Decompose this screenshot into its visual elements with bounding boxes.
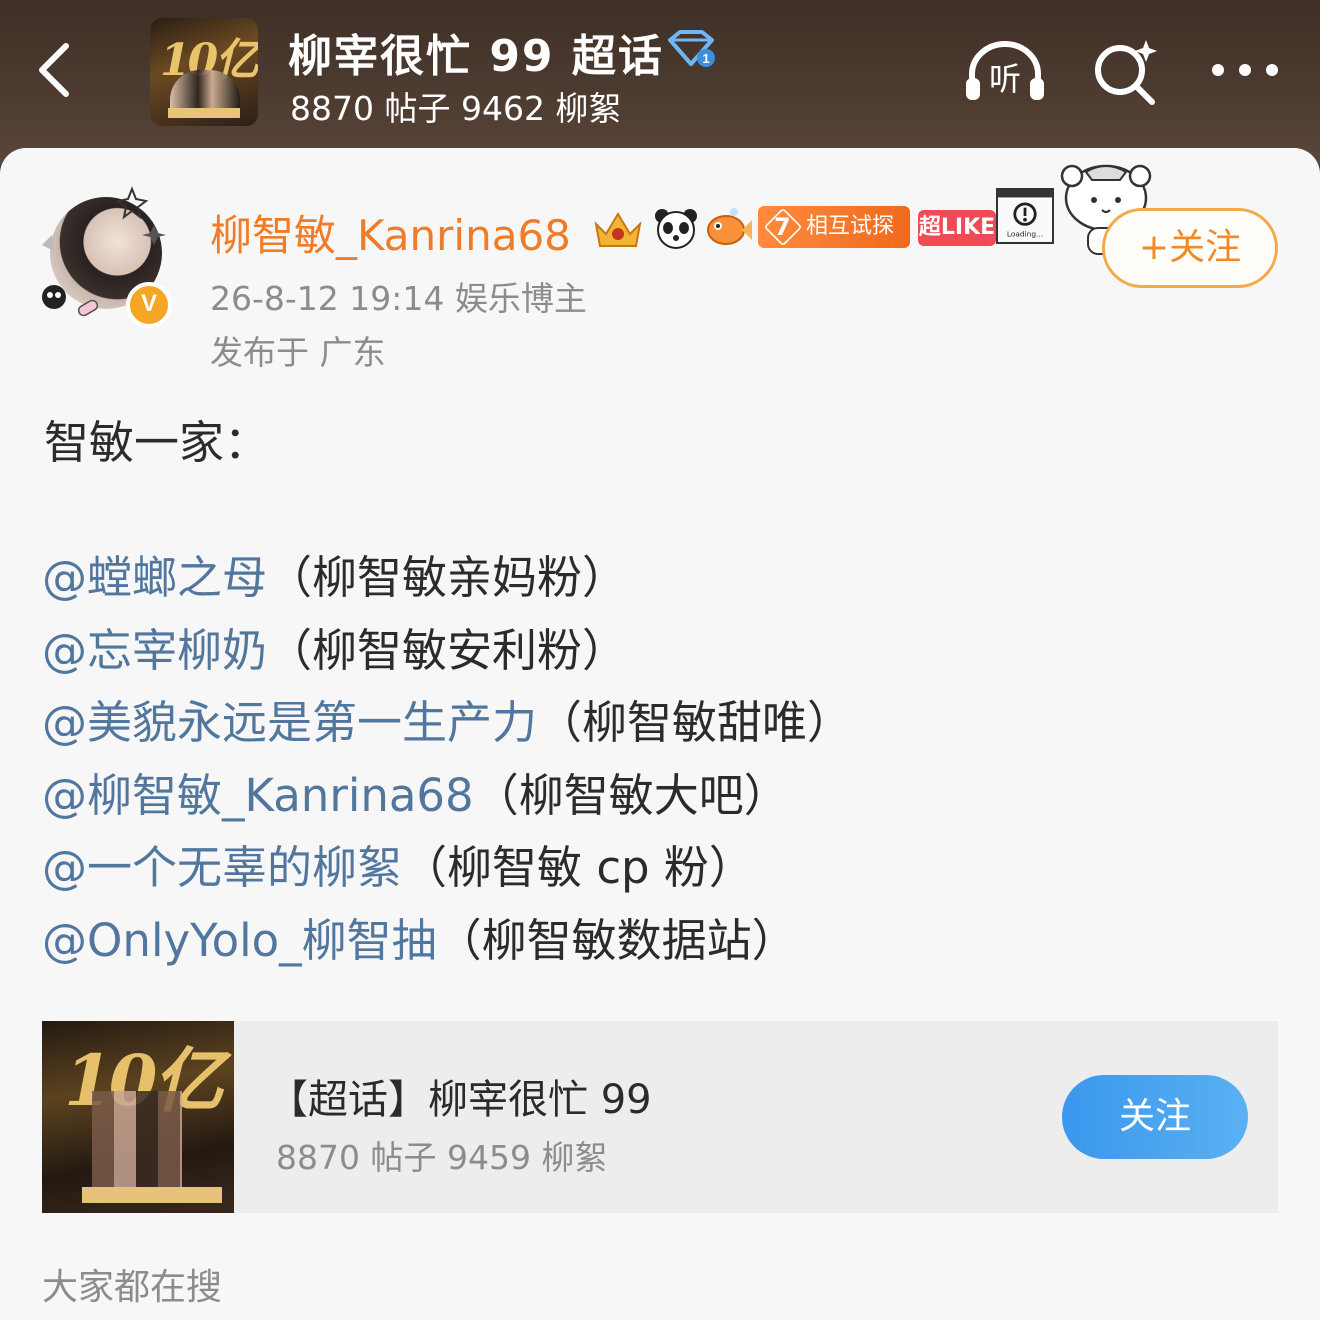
- mention-line: @忘宰柳奶（柳智敏安利粉）: [42, 621, 852, 694]
- svg-text:1: 1: [702, 51, 709, 66]
- supertopic-cover-image[interactable]: 10亿: [150, 18, 258, 126]
- supertopic-title: 柳宰很忙 99 超话: [288, 31, 664, 82]
- topic-cover-mosaic: [92, 1091, 182, 1191]
- mention-line: @柳智敏_Kanrina68（柳智敏大吧）: [42, 766, 852, 839]
- crown-icon[interactable]: [590, 204, 646, 252]
- mention-line: @美貌永远是第一生产力（柳智敏甜唯）: [42, 693, 852, 766]
- mention-link[interactable]: @螳螂之母: [42, 551, 267, 604]
- mention-link[interactable]: @柳智敏_Kanrina68: [42, 769, 474, 822]
- back-arrow-icon[interactable]: [30, 38, 80, 102]
- supertopic-card-stats: 8870 帖子 9459 柳絮: [276, 1138, 608, 1177]
- mention-desc: （柳智敏安利粉）: [267, 623, 628, 677]
- mention-list: @螳螂之母（柳智敏亲妈粉） @忘宰柳奶（柳智敏安利粉） @美貌永远是第一生产力（…: [42, 548, 852, 983]
- mention-link[interactable]: @一个无辜的柳絮: [42, 841, 402, 894]
- mention-desc: （柳智敏亲妈粉）: [267, 551, 628, 604]
- fish-icon[interactable]: [704, 204, 754, 252]
- search-sparkle-icon[interactable]: [1090, 36, 1160, 106]
- supertopic-stats: 8870 帖子 9462 柳絮: [290, 89, 622, 128]
- tag-level: 7: [774, 213, 791, 241]
- post-location: 发布于 广东: [210, 333, 386, 372]
- mention-link[interactable]: @OnlyYolo_柳智抽: [42, 914, 437, 967]
- mention-desc: （柳智敏数据站）: [436, 913, 797, 967]
- mention-desc: （柳智敏甜唯）: [537, 696, 853, 749]
- mention-line: @一个无辜的柳絮（柳智敏 cp 粉）: [42, 838, 852, 911]
- follow-author-button[interactable]: +关注: [1102, 208, 1278, 288]
- supertopic-card-image: 10亿: [42, 1021, 234, 1213]
- screen: 10亿 柳宰很忙 99 超话 1 8870 帖子 9462 柳絮 听 V 柳智敏…: [0, 0, 1320, 1320]
- panda-icon[interactable]: [652, 204, 700, 252]
- topic-cover-strip: [82, 1187, 222, 1203]
- cover-strip: [168, 108, 240, 118]
- post-time-and-role: 26-8-12 19:14 娱乐博主: [210, 279, 587, 318]
- follow-supertopic-button[interactable]: 关注: [1062, 1075, 1248, 1159]
- mention-line: @OnlyYolo_柳智抽（柳智敏数据站）: [42, 911, 852, 984]
- mention-line: @螳螂之母（柳智敏亲妈粉）: [42, 548, 852, 621]
- trending-search-label: 大家都在搜: [42, 1267, 223, 1308]
- supertopic-card[interactable]: 10亿 【超话】柳宰很忙 99 8870 帖子 9459 柳絮 关注: [42, 1021, 1278, 1213]
- mention-desc: （柳智敏大吧）: [473, 768, 789, 822]
- alert-window-icon: Loading...: [996, 188, 1054, 244]
- more-dots-icon[interactable]: [1210, 60, 1280, 80]
- verified-mark: V: [140, 290, 157, 317]
- loading-text: Loading...: [1007, 229, 1043, 238]
- listen-label: 听: [989, 60, 1021, 98]
- mention-link[interactable]: @美貌永远是第一生产力: [42, 696, 537, 749]
- mention-desc: （柳智敏 cp 粉）: [402, 841, 754, 894]
- tag-mutual-label: 相互试探: [806, 214, 895, 239]
- mention-link[interactable]: @忘宰柳奶: [42, 624, 267, 677]
- supertopic-card-name: 【超话】柳宰很忙 99: [268, 1077, 652, 1123]
- mutual-tag[interactable]: 7 相互试探: [758, 206, 910, 248]
- post-heading: 智敏一家：: [44, 416, 270, 469]
- supertopic-header: 10亿 柳宰很忙 99 超话 1 8870 帖子 9462 柳絮 听: [0, 0, 1320, 165]
- diamond-badge-icon: 1: [664, 28, 718, 70]
- superlike-tag[interactable]: 超LIKE: [918, 210, 996, 246]
- listen-headphone-icon[interactable]: 听: [962, 38, 1048, 104]
- verified-badge: V: [126, 282, 172, 328]
- author-username[interactable]: 柳智敏_Kanrina68: [210, 202, 571, 263]
